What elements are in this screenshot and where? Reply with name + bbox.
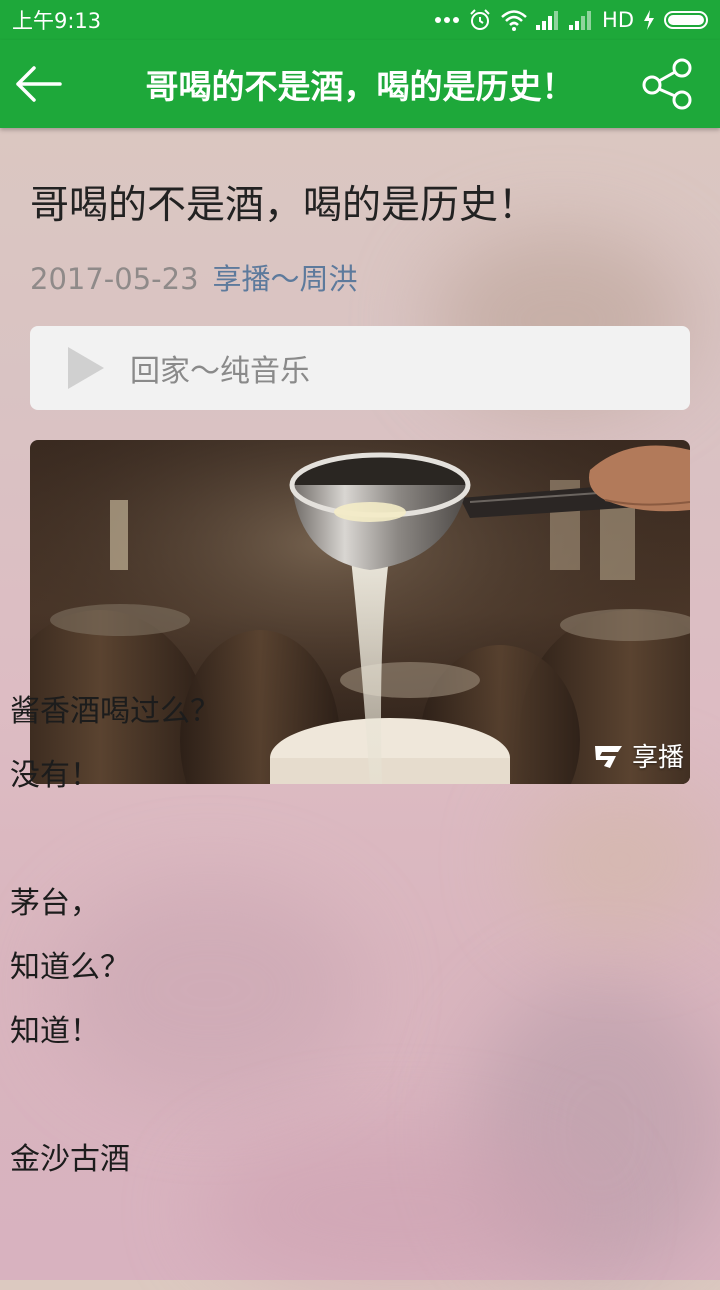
back-button[interactable]: [8, 54, 68, 114]
alarm-icon: [468, 8, 492, 32]
signal-icon: [569, 10, 593, 30]
article-paragraph: 酱香酒喝过么？: [10, 694, 220, 729]
signal-icon: [536, 10, 560, 30]
share-icon: [642, 58, 692, 110]
arrow-left-icon: [16, 66, 62, 102]
article-body: 酱香酒喝过么？ 没有！ 茅台， 知道么？ 知道！ 金沙古酒: [10, 680, 650, 1192]
page-title: 哥喝的不是酒，喝的是历史！: [145, 67, 575, 106]
status-icons: HD: [435, 8, 708, 32]
share-button[interactable]: [638, 54, 698, 114]
article-paragraph: 茅台，: [10, 886, 100, 921]
status-bar: 上午9:13 HD: [0, 0, 720, 40]
play-icon[interactable]: [68, 347, 104, 389]
author-link[interactable]: 享播～周洪: [213, 262, 358, 296]
network-type: HD: [602, 8, 634, 32]
article-meta: 2017-05-23 享播～周洪: [30, 256, 358, 298]
article-paragraph: [10, 1064, 650, 1128]
charging-icon: [643, 10, 655, 30]
article-paragraph: 知道！: [10, 1014, 100, 1049]
wifi-icon: [501, 9, 527, 31]
battery-icon: [664, 11, 708, 29]
article-title: 哥喝的不是酒，喝的是历史！: [30, 183, 538, 228]
music-player[interactable]: 回家～纯音乐: [30, 326, 690, 410]
music-title: 回家～纯音乐: [130, 354, 310, 389]
article-date: 2017-05-23: [30, 262, 199, 296]
status-time: 上午9:13: [12, 9, 102, 33]
article-paragraph: 金沙古酒: [10, 1142, 130, 1177]
more-dots-icon: [435, 16, 460, 24]
article-paragraph: 没有！: [10, 758, 100, 793]
article-paragraph: [10, 808, 650, 872]
app-bar: 哥喝的不是酒，喝的是历史！: [0, 40, 720, 128]
article-paragraph: 知道么？: [10, 950, 130, 985]
